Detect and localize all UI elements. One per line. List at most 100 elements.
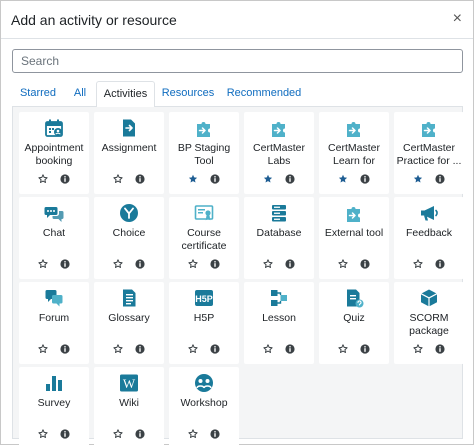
activity-label: Feedback [405, 227, 453, 239]
star-outline-icon[interactable] [113, 429, 123, 439]
activity-tile[interactable]: Forum [19, 282, 89, 364]
activity-label: H5P [193, 312, 215, 324]
tab-resources[interactable]: Resources [157, 81, 219, 107]
star-filled-icon[interactable] [413, 174, 423, 184]
activity-tile[interactable]: Chat [19, 197, 89, 279]
activity-tile[interactable]: Lesson [244, 282, 314, 364]
activity-tile[interactable]: H5P H5P [169, 282, 239, 364]
search-input[interactable] [12, 49, 463, 73]
activity-tile[interactable]: SCORM package [394, 282, 464, 364]
activity-tile[interactable]: External tool [319, 197, 389, 279]
info-icon[interactable] [360, 259, 370, 269]
info-icon[interactable] [60, 344, 70, 354]
star-outline-icon[interactable] [113, 174, 123, 184]
info-icon[interactable] [60, 429, 70, 439]
star-outline-icon[interactable] [188, 259, 198, 269]
info-icon[interactable] [360, 344, 370, 354]
star-outline-icon[interactable] [188, 429, 198, 439]
activity-label: Course certificate [181, 227, 227, 252]
info-icon[interactable] [60, 174, 70, 184]
activity-tile[interactable]: CertMaster Labs [244, 112, 314, 194]
certificate-icon [194, 205, 214, 221]
star-outline-icon[interactable] [263, 344, 273, 354]
activity-label: Choice [112, 227, 146, 239]
info-icon[interactable] [135, 429, 145, 439]
tab-activities[interactable]: Activities [96, 81, 155, 108]
star-outline-icon[interactable] [188, 344, 198, 354]
activity-tile[interactable]: Choice [94, 197, 164, 279]
info-icon[interactable] [360, 174, 370, 184]
info-icon[interactable] [210, 259, 220, 269]
star-filled-icon[interactable] [188, 174, 198, 184]
activity-label: Quiz [343, 312, 365, 324]
info-icon[interactable] [135, 344, 145, 354]
info-icon[interactable] [210, 174, 220, 184]
info-icon[interactable] [435, 344, 445, 354]
activity-tile[interactable]: Appointment booking [19, 112, 89, 194]
tab-starred[interactable]: Starred [12, 81, 64, 107]
activity-tile[interactable]: BP Staging Tool [169, 112, 239, 194]
activity-tile[interactable]: Glossary [94, 282, 164, 364]
star-outline-icon[interactable] [338, 344, 348, 354]
activity-label: Glossary [108, 312, 150, 324]
activity-tile[interactable]: Course certificate [169, 197, 239, 279]
tab-all[interactable]: All [66, 81, 94, 107]
activity-label: Chat [42, 227, 66, 239]
star-outline-icon[interactable] [38, 429, 48, 439]
forum-icon [45, 290, 63, 307]
activity-tile[interactable]: W Wiki [94, 367, 164, 445]
activity-label: Workshop [180, 397, 228, 409]
activity-tile[interactable]: Feedback [394, 197, 464, 279]
info-icon[interactable] [285, 259, 295, 269]
dialog-title: Add an activity or resource [11, 12, 177, 28]
info-icon[interactable] [60, 259, 70, 269]
activity-tile[interactable]: CertMaster Learn for A+... [319, 112, 389, 194]
activity-label: Lesson [262, 312, 296, 324]
info-icon[interactable] [285, 174, 295, 184]
choice-icon [120, 204, 138, 222]
wiki-icon: W [120, 374, 138, 392]
star-filled-icon[interactable] [338, 174, 348, 184]
scorm-icon [420, 289, 438, 307]
info-icon[interactable] [435, 174, 445, 184]
activity-tile[interactable]: Assignment [94, 112, 164, 194]
star-outline-icon[interactable] [38, 174, 48, 184]
star-outline-icon[interactable] [263, 259, 273, 269]
activity-tile[interactable]: CertMaster Practice for ... [394, 112, 464, 194]
dialog-header: Add an activity or resource × [1, 1, 473, 39]
star-outline-icon[interactable] [338, 259, 348, 269]
workshop-icon [195, 374, 213, 392]
assignment-icon [123, 119, 135, 137]
info-icon[interactable] [285, 344, 295, 354]
activity-label: External tool [324, 227, 384, 239]
info-icon[interactable] [435, 259, 445, 269]
close-icon[interactable]: × [453, 10, 462, 28]
activity-label: Survey [37, 397, 71, 409]
star-outline-icon[interactable] [413, 344, 423, 354]
star-outline-icon[interactable] [113, 259, 123, 269]
info-icon[interactable] [135, 259, 145, 269]
star-outline-icon[interactable] [413, 259, 423, 269]
puzzle-icon [347, 122, 360, 137]
tab-recommended[interactable]: Recommended [223, 81, 305, 107]
activity-tile[interactable]: Quiz [319, 282, 389, 364]
activity-label: SCORM package [409, 312, 449, 337]
info-icon[interactable] [210, 344, 220, 354]
star-outline-icon[interactable] [38, 259, 48, 269]
survey-icon [46, 376, 62, 391]
activity-tile[interactable]: Survey [19, 367, 89, 445]
svg-text:W: W [123, 376, 136, 391]
activity-tile[interactable]: Database [244, 197, 314, 279]
info-icon[interactable] [135, 174, 145, 184]
star-filled-icon[interactable] [263, 174, 273, 184]
activity-label: CertMaster Labs [253, 142, 305, 167]
activity-tile[interactable]: Workshop [169, 367, 239, 445]
star-outline-icon[interactable] [113, 344, 123, 354]
svg-text:H5P: H5P [195, 294, 213, 304]
megaphone-icon [421, 206, 438, 221]
activity-label: Wiki [119, 397, 139, 409]
star-outline-icon[interactable] [38, 344, 48, 354]
puzzle-icon [197, 122, 210, 137]
info-icon[interactable] [210, 429, 220, 439]
activity-label: Forum [38, 312, 70, 324]
